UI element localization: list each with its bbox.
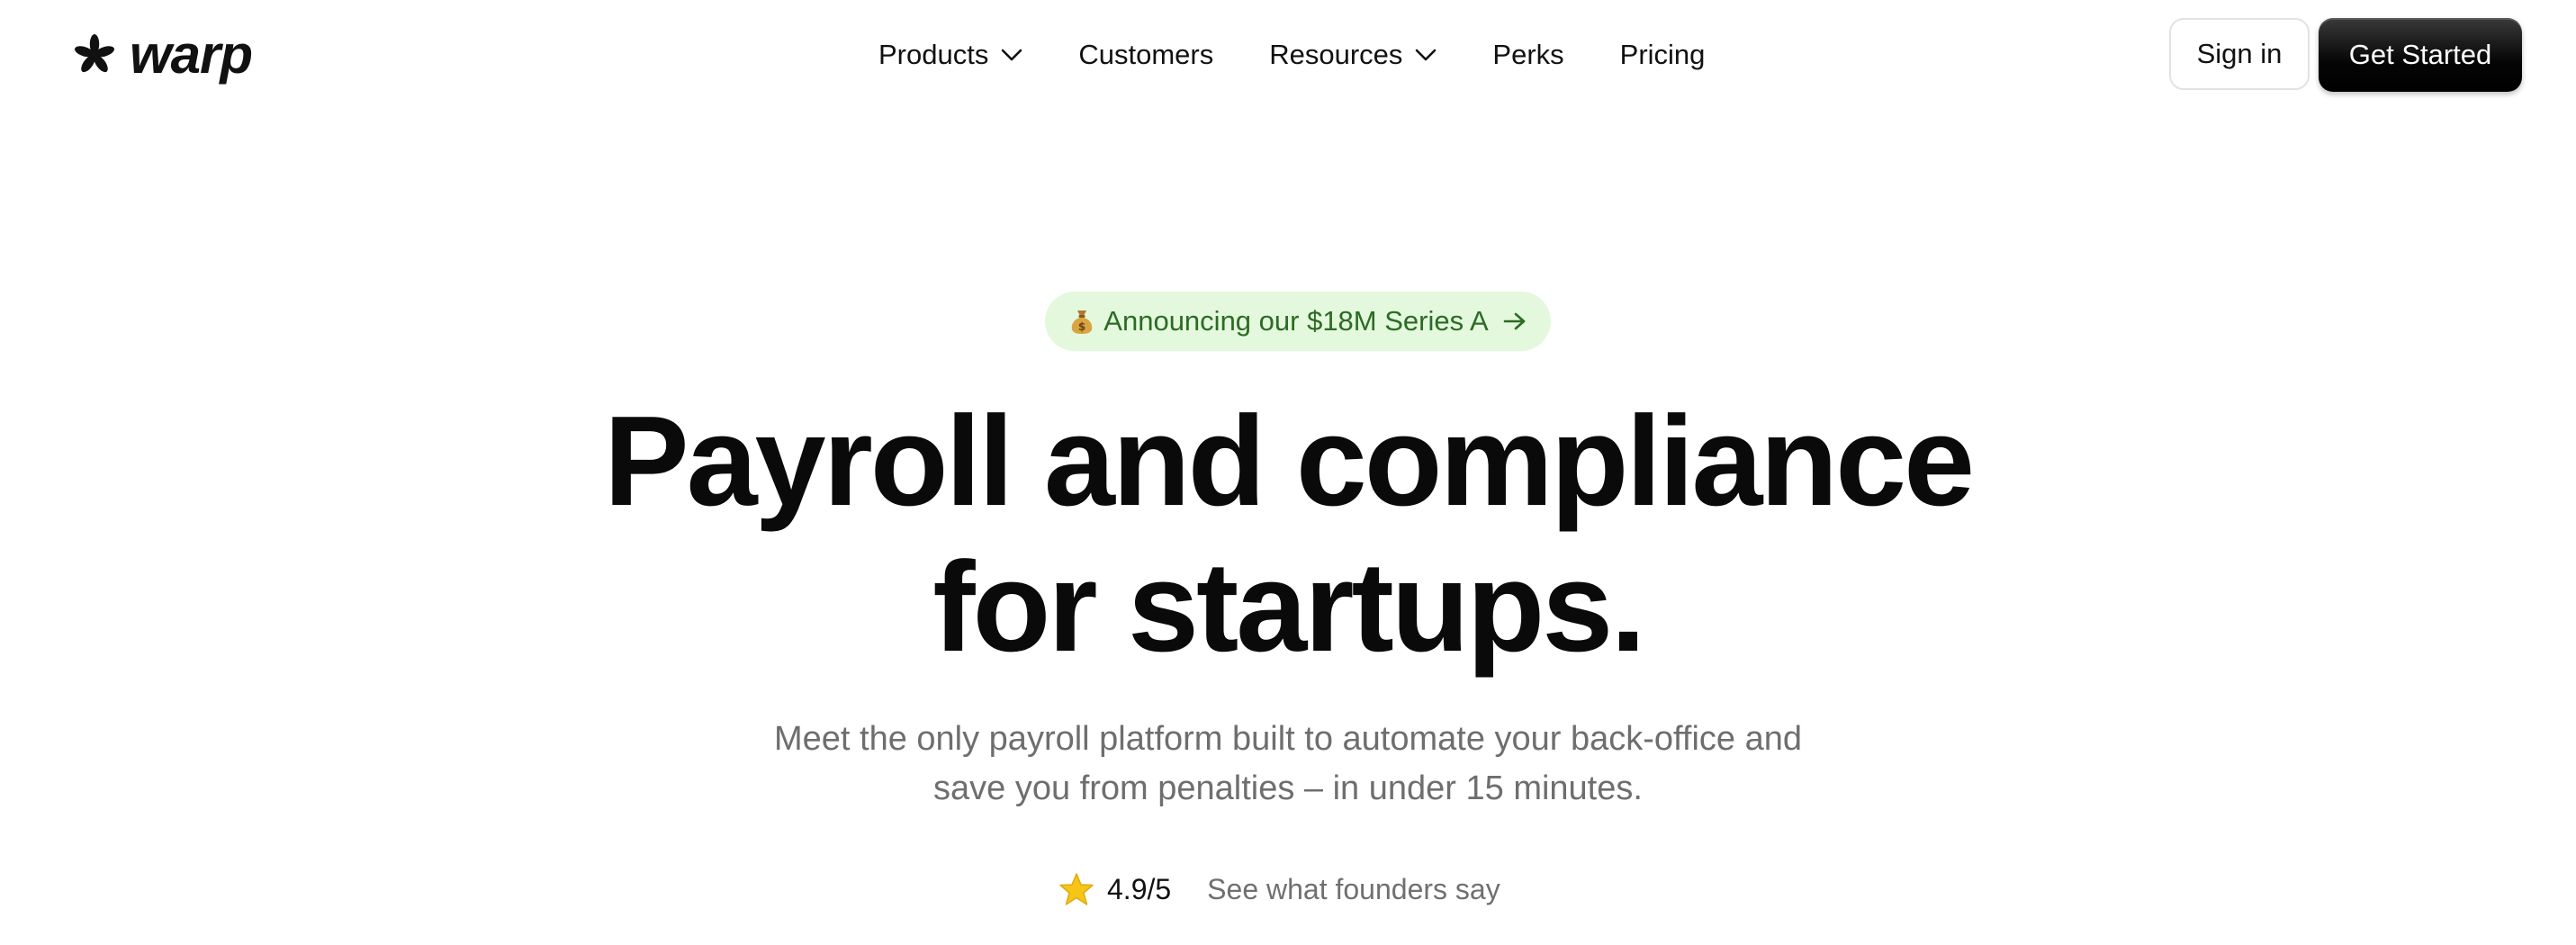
- founder-reviews-link[interactable]: See what founders say: [1207, 873, 1500, 906]
- site-header: warp Products Customers Resources Perks: [0, 0, 2576, 110]
- nav-item-customers[interactable]: Customers: [1078, 39, 1213, 71]
- announcement-text: Announcing our $18M Series A: [1103, 305, 1489, 337]
- nav-item-resources[interactable]: Resources: [1269, 39, 1437, 71]
- star-icon: [1059, 873, 1094, 905]
- chevron-down-icon: [1416, 49, 1437, 61]
- sign-in-button[interactable]: Sign in: [2169, 18, 2310, 90]
- nav-item-perks-label: Perks: [1492, 39, 1564, 70]
- main-nav: Products Customers Resources Perks Prici…: [878, 27, 1705, 83]
- rating-value: 4.9/5: [1107, 872, 1172, 905]
- nav-item-resources-label: Resources: [1269, 39, 1403, 70]
- nav-item-pricing-label: Pricing: [1619, 39, 1706, 70]
- hero-headline-line-2: for startups.: [932, 536, 1645, 679]
- get-started-button[interactable]: Get Started: [2319, 18, 2522, 92]
- hero-headline-line-1: Payroll and compliance: [603, 390, 1975, 533]
- logo-wordmark: warp: [130, 24, 253, 85]
- hero-subtitle: Meet the only payroll platform built to …: [0, 715, 2576, 814]
- hero-subtitle-line-1: Meet the only payroll platform built to …: [773, 720, 1803, 758]
- hero-subtitle-line-2: save you from penalties – in under 15 mi…: [933, 770, 1643, 807]
- asterisk-logo-icon: [75, 34, 114, 73]
- announcement-pill[interactable]: $ Announcing our $18M Series A: [1045, 292, 1551, 351]
- svg-text:$: $: [1078, 320, 1085, 333]
- nav-item-perks[interactable]: Perks: [1492, 39, 1563, 71]
- chevron-down-icon: [1002, 49, 1022, 61]
- nav-item-pricing[interactable]: Pricing: [1620, 39, 1706, 71]
- rating-row[interactable]: 4.9/5 See what founders say: [1058, 868, 1500, 911]
- landing-page: warp Products Customers Resources Perks: [0, 0, 2576, 945]
- nav-item-products-label: Products: [878, 39, 989, 70]
- hero-headline: Payroll and compliance for startups.: [0, 389, 2576, 680]
- logo-link[interactable]: warp: [72, 24, 253, 85]
- nav-item-products[interactable]: Products: [878, 39, 1022, 71]
- arrow-right-icon: [1503, 312, 1525, 330]
- money-bag-icon: $: [1072, 310, 1093, 334]
- nav-item-customers-label: Customers: [1078, 39, 1214, 70]
